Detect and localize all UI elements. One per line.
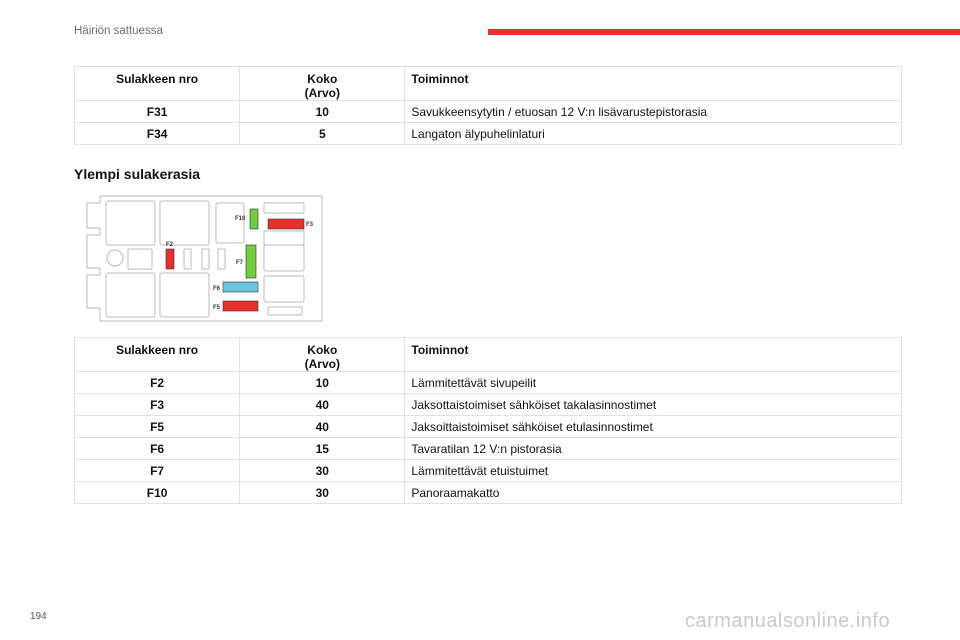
- header-fuse-number: Sulakkeen nro: [73, 66, 241, 101]
- fuse-number: F34: [73, 122, 241, 145]
- header-accent-bar: [488, 29, 960, 35]
- table-row: F31 10 Savukkeensytytin / etuosan 12 V:n…: [73, 100, 902, 123]
- round-connector: [106, 249, 124, 267]
- fuse-number: F5: [73, 415, 241, 438]
- fuse-slot: [267, 306, 303, 316]
- label-f7: F7: [236, 260, 244, 266]
- fuse-function: Savukkeensytytin / etuosan 12 V:n lisäva…: [404, 100, 902, 123]
- fuse-size: 15: [239, 437, 406, 460]
- fuse-function: Lämmitettävät sivupeilit: [404, 371, 902, 394]
- header-functions: Toiminnot: [404, 337, 902, 372]
- fuse-size: 40: [239, 393, 406, 416]
- section-header: Häiriön sattuessa: [74, 25, 163, 37]
- fuse-function: Tavaratilan 12 V:n pistorasia: [404, 437, 902, 460]
- fuse-function: Jaksoittaistoimiset sähköiset etulasinno…: [404, 415, 902, 438]
- fuse-f7: [245, 244, 257, 279]
- relay-slot: [105, 272, 156, 318]
- header-size: Koko (Arvo): [239, 66, 406, 101]
- header-fuse-number: Sulakkeen nro: [73, 337, 241, 372]
- fuse-size: 30: [239, 459, 406, 482]
- fuse-number: F31: [73, 100, 241, 123]
- watermark: carmanualsonline.info: [685, 610, 891, 632]
- fuse-size: 40: [239, 415, 406, 438]
- label-f6: F6: [213, 286, 221, 292]
- relay-slot: [263, 244, 305, 272]
- section-title: Ylempi sulakerasia: [74, 166, 201, 182]
- fuse-slot: [201, 248, 210, 270]
- fuse-slot: [217, 248, 226, 270]
- relay-slot: [263, 202, 305, 214]
- fuse-function: Lämmitettävät etuistuimet: [404, 459, 902, 482]
- header-size-line1: Koko: [307, 72, 338, 86]
- fuse-number: F3: [73, 393, 241, 416]
- fuse-f3: [267, 218, 305, 230]
- fuse-function: Panoraamakatto: [404, 481, 902, 504]
- relay-slot: [215, 202, 245, 244]
- fuse-number: F6: [73, 437, 241, 460]
- fuse-f2: [165, 248, 175, 270]
- fuse-function: Jaksottaistoimiset sähköiset takalasinno…: [404, 393, 902, 416]
- table-row: F34 5 Langaton älypuhelinlaturi: [73, 122, 902, 145]
- relay-slot: [159, 272, 210, 318]
- fuse-number: F7: [73, 459, 241, 482]
- header-size-line1: Koko: [307, 343, 338, 357]
- header-size-line2: (Arvo): [304, 357, 340, 371]
- fuse-size: 10: [239, 371, 406, 394]
- header-functions: Toiminnot: [404, 66, 902, 101]
- fuse-size: 5: [239, 122, 406, 145]
- header-size: Koko (Arvo): [239, 337, 406, 372]
- label-f5: F5: [213, 305, 221, 311]
- label-f2: F2: [166, 242, 174, 248]
- fuse-f6: [222, 281, 259, 293]
- header-size-line2: (Arvo): [304, 86, 340, 100]
- table-row: F6 15 Tavaratilan 12 V:n pistorasia: [73, 437, 902, 460]
- table-header-row: Sulakkeen nro Koko (Arvo) Toiminnot: [73, 337, 902, 372]
- relay-slot: [263, 230, 305, 246]
- relay-slot: [105, 200, 156, 246]
- label-f10: F10: [235, 216, 246, 222]
- fuse-table-1: Sulakkeen nro Koko (Arvo) Toiminnot F31 1…: [73, 66, 902, 145]
- table-row: F5 40 Jaksoittaistoimiset sähköiset etul…: [73, 415, 902, 438]
- table-header-row: Sulakkeen nro Koko (Arvo) Toiminnot: [73, 66, 902, 101]
- fuse-table-2: Sulakkeen nro Koko (Arvo) Toiminnot F2 10…: [73, 337, 902, 504]
- table-row: F3 40 Jaksottaistoimiset sähköiset takal…: [73, 393, 902, 416]
- table-row: F2 10 Lämmitettävät sivupeilit: [73, 371, 902, 394]
- fuse-f5: [222, 300, 259, 312]
- relay-slot: [159, 200, 210, 246]
- fuse-slot: [127, 248, 153, 270]
- fuse-size: 10: [239, 100, 406, 123]
- label-f3: F3: [306, 222, 314, 228]
- fuse-slot: [183, 248, 192, 270]
- table-row: F7 30 Lämmitettävät etuistuimet: [73, 459, 902, 482]
- page-number: 194: [30, 611, 47, 622]
- fuse-f10: [249, 208, 259, 230]
- relay-slot: [263, 275, 305, 303]
- fuse-number: F2: [73, 371, 241, 394]
- fuse-function: Langaton älypuhelinlaturi: [404, 122, 902, 145]
- fuse-size: 30: [239, 481, 406, 504]
- table-row: F10 30 Panoraamakatto: [73, 481, 902, 504]
- fuse-number: F10: [73, 481, 241, 504]
- fuse-box-diagram: F10 F3 F2 F7 F6 F5: [86, 195, 323, 322]
